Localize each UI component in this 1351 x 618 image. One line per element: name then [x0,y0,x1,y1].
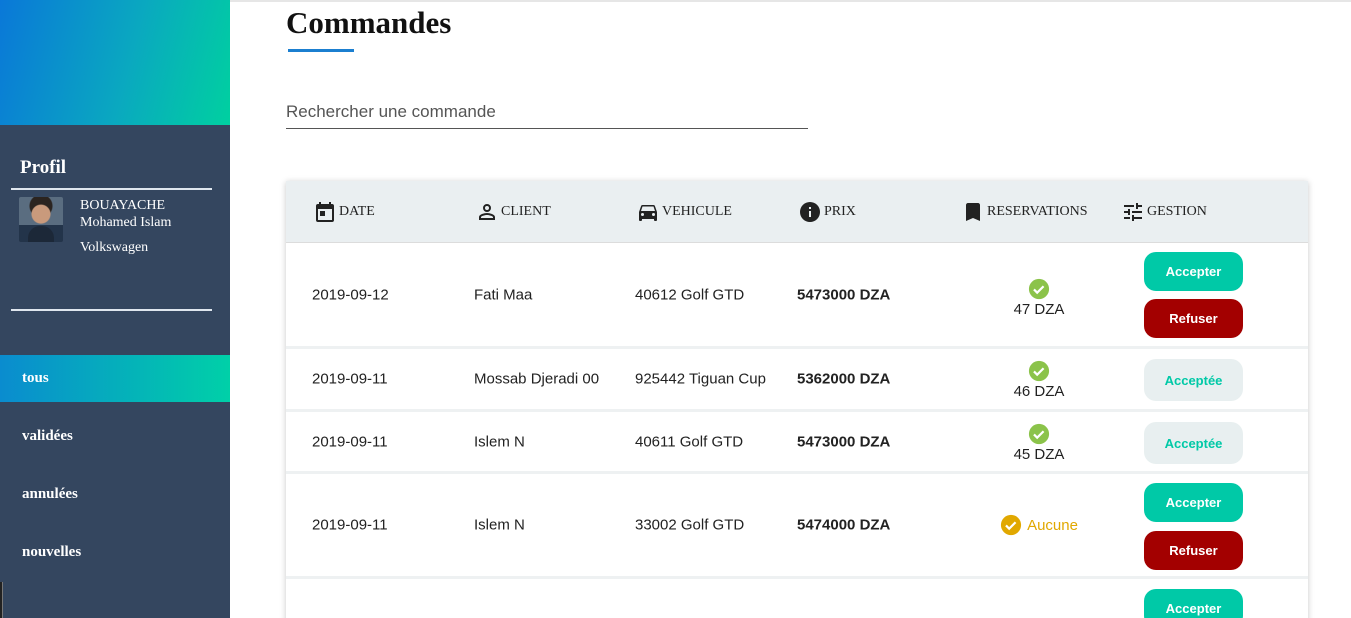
cell-reservation: 45 DZA [994,423,1084,463]
reservation-amount: 45 DZA [1013,445,1065,463]
cell-client: Fati Maa [474,286,533,303]
orders-table: DATE CLIENT VEHICULE PRIX RESERVATIONS G… [286,181,1308,618]
accept-button[interactable]: Accepter [1144,589,1243,618]
cell-vehicule: 40612 Golf GTD [635,286,745,303]
page-title: Commandes [286,5,452,40]
cell-prix: 5473000 DZA [797,286,891,303]
column-header-label: DATE [339,204,375,219]
profile-divider-bottom [11,309,212,311]
accepted-status-button[interactable]: Acceptée [1144,422,1243,464]
top-divider [230,0,1351,2]
refuse-button[interactable]: Refuser [1144,531,1243,570]
user-firstname: Mohamed Islam [80,215,172,230]
calendar-icon [316,202,334,222]
cell-prix: 5362000 DZA [797,370,891,388]
cell-date: 2019-09-12 [312,286,389,303]
cell-vehicule: 40611 Golf GTD [635,433,744,450]
person-icon [479,204,495,220]
accepted-status-button[interactable]: Acceptée [1144,359,1243,401]
avatar [19,197,63,242]
reservation-amount: 47 DZA [1013,300,1065,318]
cell-reservation: Aucune [994,514,1084,536]
nav-item-tous[interactable]: tous [0,355,230,402]
column-header-label: VEHICULE [662,204,732,219]
column-header-prix[interactable]: PRIX [798,181,856,243]
reservation-none-label: Aucune [1027,516,1078,534]
sidebar-banner [0,0,230,125]
title-underline [288,49,354,52]
cell-prix: 5473000 DZA [797,433,891,450]
check-circle-icon [1028,278,1050,299]
cell-client: Islem N [474,433,525,450]
check-circle-icon [1028,423,1050,444]
column-header-vehicule[interactable]: VEHICULE [636,181,732,243]
nav-item-validees[interactable]: validées [0,413,230,460]
column-header-label: GESTION [1147,204,1207,219]
search-input[interactable] [286,96,808,129]
accept-button[interactable]: Accepter [1144,252,1243,291]
column-header-date[interactable]: DATE [313,181,375,243]
table-header: DATE CLIENT VEHICULE PRIX RESERVATIONS G… [286,181,1308,243]
cell-date: 2019-09-11 [312,516,388,534]
company-name: Volkswagen [80,240,149,255]
cell-date: 2019-09-11 [312,433,388,450]
table-row: 2019-09-12 Fati Maa 40612 Golf GTD 54730… [286,243,1308,349]
bookmark-icon [966,203,980,221]
refuse-button[interactable]: Refuser [1144,299,1243,338]
column-header-label: PRIX [824,204,856,219]
cell-prix: 5474000 DZA [797,516,891,534]
car-icon [639,205,657,221]
cell-reservation: 47 DZA [994,278,1084,318]
cell-date: 2019-09-11 [312,370,388,388]
profile-heading: Profil [20,157,67,178]
column-header-gestion[interactable]: GESTION [1121,181,1207,243]
cell-vehicule: 925442 Tiguan Cup [635,370,766,388]
column-header-client[interactable]: CLIENT [475,181,551,243]
cell-client: Islem N [474,516,525,534]
table-row: 2019-09-11 Islem N 40611 Golf GTD 547300… [286,412,1308,474]
info-icon [800,202,820,222]
profile-divider [11,188,212,190]
cell-vehicule: 33002 Golf GTD [635,516,745,534]
cell-client: Mossab Djeradi 00 [474,370,600,388]
column-header-label: CLIENT [501,204,551,219]
check-circle-icon [1028,361,1050,382]
column-header-reservations[interactable]: RESERVATIONS [961,181,1088,243]
table-row: 2019-09-11 Islem N 33002 Golf GTD 547400… [286,474,1308,579]
sidebar: Profil BOUAYACHE Mohamed Islam Volkswage… [0,0,230,618]
table-row: Accepter [286,579,1308,618]
user-lastname: BOUAYACHE [80,198,166,213]
check-circle-icon [1000,514,1022,536]
accept-button[interactable]: Accepter [1144,483,1243,522]
column-header-label: RESERVATIONS [987,204,1088,219]
table-row: 2019-09-11 Mossab Djeradi 00 925442 Tigu… [286,349,1308,412]
reservation-amount: 46 DZA [1013,383,1065,401]
cell-reservation: 46 DZA [994,360,1084,400]
scrollbar-handle[interactable] [0,582,3,618]
nav-item-annulees[interactable]: annulées [0,471,230,518]
tune-icon [1124,203,1142,221]
nav-item-nouvelles[interactable]: nouvelles [0,529,230,576]
